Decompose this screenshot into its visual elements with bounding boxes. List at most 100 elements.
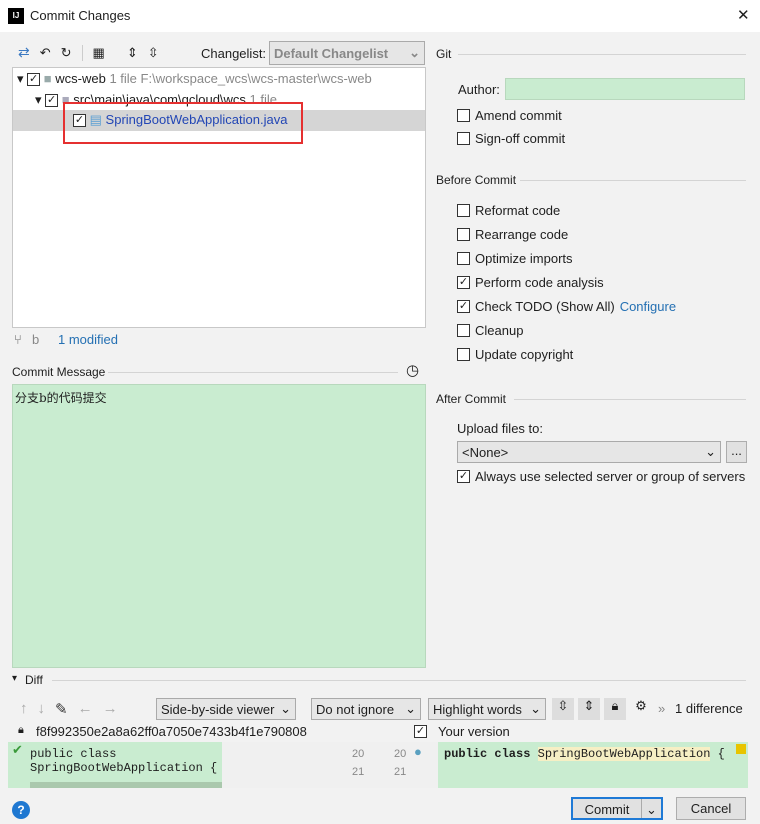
cancel-button[interactable]: Cancel bbox=[676, 797, 746, 820]
folder-icon: ■ bbox=[43, 71, 52, 86]
branch-icon: ⑂ bbox=[14, 332, 22, 347]
checkbox[interactable]: ✓ bbox=[414, 725, 427, 738]
checkbox[interactable] bbox=[457, 348, 470, 361]
checkbox[interactable] bbox=[457, 204, 470, 217]
check-icon: ✔ bbox=[12, 742, 23, 757]
amend-commit-option[interactable]: Amend commit bbox=[457, 108, 562, 123]
option-label: Update copyright bbox=[475, 347, 574, 362]
sync-scroll-icon[interactable]: ⇕ bbox=[578, 698, 600, 720]
difference-count: 1 difference bbox=[675, 701, 743, 716]
commit-button[interactable]: Commit ⌄ bbox=[571, 797, 663, 820]
checkbox[interactable] bbox=[457, 324, 470, 337]
changelist-select[interactable]: Default Changelist ⌄ bbox=[269, 41, 425, 65]
option-label: Perform code analysis bbox=[475, 275, 604, 290]
line-number: 21 bbox=[394, 766, 407, 778]
checkbox[interactable]: ✓ bbox=[457, 276, 470, 289]
modified-link[interactable]: 1 modified bbox=[58, 332, 118, 347]
changelist-label: Changelist: bbox=[201, 46, 267, 61]
lock-icon: 🔒︎ bbox=[18, 724, 24, 736]
class-icon: ● bbox=[414, 744, 422, 759]
rearrange-code-option[interactable]: Rearrange code bbox=[457, 227, 568, 242]
reformat-code-option[interactable]: Reformat code bbox=[457, 203, 560, 218]
forward-icon[interactable]: → bbox=[103, 700, 118, 718]
line-number: 20 bbox=[352, 748, 365, 760]
collapse-all-icon[interactable]: ⇳ bbox=[148, 45, 159, 61]
line-number: 20 bbox=[394, 748, 407, 760]
root-path: F:\workspace_wcs\wcs-master\wcs-web bbox=[140, 71, 372, 86]
option-label: Amend commit bbox=[475, 108, 562, 123]
chevron-down-icon: ⌄ bbox=[530, 701, 541, 716]
update-copyright-option[interactable]: Update copyright bbox=[457, 347, 573, 362]
next-diff-icon[interactable]: ↓ bbox=[38, 700, 46, 718]
rollback-icon[interactable]: ↶ bbox=[40, 45, 51, 61]
collapse-diff-icon[interactable]: ▾ bbox=[12, 673, 17, 684]
option-label: Optimize imports bbox=[475, 251, 573, 266]
signoff-commit-option[interactable]: Sign-off commit bbox=[457, 131, 565, 146]
checkbox[interactable]: ✓ bbox=[45, 94, 59, 108]
left-code-line: public class SpringBootWebApplication { bbox=[30, 747, 218, 775]
show-diff-icon[interactable]: ⇄ bbox=[18, 44, 30, 61]
root-count: 1 file bbox=[109, 71, 137, 86]
checkbox[interactable]: ✓ bbox=[27, 73, 41, 87]
git-section-label: Git bbox=[436, 47, 452, 61]
optimize-imports-option[interactable]: Optimize imports bbox=[457, 251, 573, 266]
author-input[interactable] bbox=[505, 78, 745, 100]
collapse-unchanged-icon[interactable]: ⇳ bbox=[552, 698, 574, 720]
code-analysis-option[interactable]: ✓ Perform code analysis bbox=[457, 275, 604, 290]
tree-row-root[interactable]: ▾ ✓ ■ wcs-web 1 file F:\workspace_wcs\wc… bbox=[17, 71, 372, 87]
option-label: Sign-off commit bbox=[475, 131, 566, 146]
highlight-select[interactable]: Highlight words ⌄ bbox=[428, 698, 546, 720]
changes-tree[interactable]: ▾ ✓ ■ wcs-web 1 file F:\workspace_wcs\wc… bbox=[12, 67, 426, 328]
viewer-select[interactable]: Side-by-side viewer ⌄ bbox=[156, 698, 296, 720]
viewer-value: Side-by-side viewer bbox=[161, 701, 275, 717]
gear-icon[interactable]: ⚙ bbox=[630, 698, 652, 720]
upload-value: <None> bbox=[462, 444, 509, 460]
checkbox[interactable] bbox=[457, 132, 470, 145]
checkbox[interactable]: ✓ bbox=[457, 470, 470, 483]
option-label: Reformat code bbox=[475, 203, 561, 218]
commit-message-input[interactable]: 分支b的代码提交 bbox=[12, 384, 426, 668]
back-icon[interactable]: ← bbox=[78, 700, 93, 718]
prev-diff-icon[interactable]: ↑ bbox=[20, 700, 28, 718]
expand-all-icon[interactable]: ⇕ bbox=[127, 45, 138, 61]
group-by-icon[interactable]: ▦ bbox=[93, 45, 105, 61]
highlight-box bbox=[63, 102, 303, 144]
commit-label: Commit bbox=[584, 802, 630, 817]
always-use-option[interactable]: ✓ Always use selected server or group of … bbox=[457, 469, 745, 484]
root-name: wcs-web bbox=[55, 71, 106, 86]
cleanup-option[interactable]: Cleanup bbox=[457, 323, 523, 338]
option-label: Check TODO (Show All) bbox=[475, 299, 615, 314]
edit-icon[interactable]: ✎ bbox=[55, 700, 68, 718]
left-diff-pane[interactable]: ✔ public class SpringBootWebApplication … bbox=[8, 742, 222, 788]
chevron-down-icon[interactable]: ⌄ bbox=[641, 799, 661, 818]
checkbox[interactable] bbox=[457, 252, 470, 265]
option-label: Always use selected server or group of s… bbox=[475, 469, 746, 484]
help-button[interactable]: ? bbox=[12, 801, 30, 819]
checkbox[interactable] bbox=[457, 228, 470, 241]
configure-link[interactable]: Configure bbox=[620, 299, 676, 314]
author-label: Author: bbox=[458, 82, 500, 97]
branch-name: b bbox=[32, 332, 40, 347]
refresh-icon[interactable]: ↻ bbox=[61, 45, 72, 61]
check-todo-option[interactable]: ✓ Check TODO (Show All) Configure bbox=[457, 299, 676, 314]
checkbox[interactable]: ✓ bbox=[457, 300, 470, 313]
checkbox[interactable] bbox=[457, 109, 470, 122]
ignore-select[interactable]: Do not ignore ⌄ bbox=[311, 698, 421, 720]
lock-icon[interactable]: 🔒︎ bbox=[604, 698, 626, 720]
title-bar: IJ Commit Changes ✕ bbox=[0, 0, 760, 32]
line-number: 21 bbox=[352, 766, 365, 778]
chevron-down-icon: ⌄ bbox=[705, 444, 716, 459]
more-icon[interactable]: » bbox=[658, 701, 665, 716]
browse-button[interactable]: ... bbox=[726, 441, 747, 463]
close-icon[interactable]: ✕ bbox=[737, 6, 750, 24]
right-diff-pane[interactable]: public class SpringBootWebApplication { bbox=[438, 742, 748, 788]
after-commit-label: After Commit bbox=[436, 392, 507, 406]
diff-label: Diff bbox=[25, 673, 43, 687]
change-marker bbox=[736, 744, 746, 754]
upload-server-select[interactable]: <None> ⌄ bbox=[457, 441, 721, 463]
left-revision: f8f992350e2a8a62ff0a7050e7433b4f1e790808 bbox=[36, 724, 307, 739]
ignore-value: Do not ignore bbox=[316, 701, 395, 717]
chevron-down-icon: ⌄ bbox=[409, 45, 420, 60]
option-label: Rearrange code bbox=[475, 227, 569, 242]
history-icon[interactable]: ◷ bbox=[406, 361, 419, 379]
